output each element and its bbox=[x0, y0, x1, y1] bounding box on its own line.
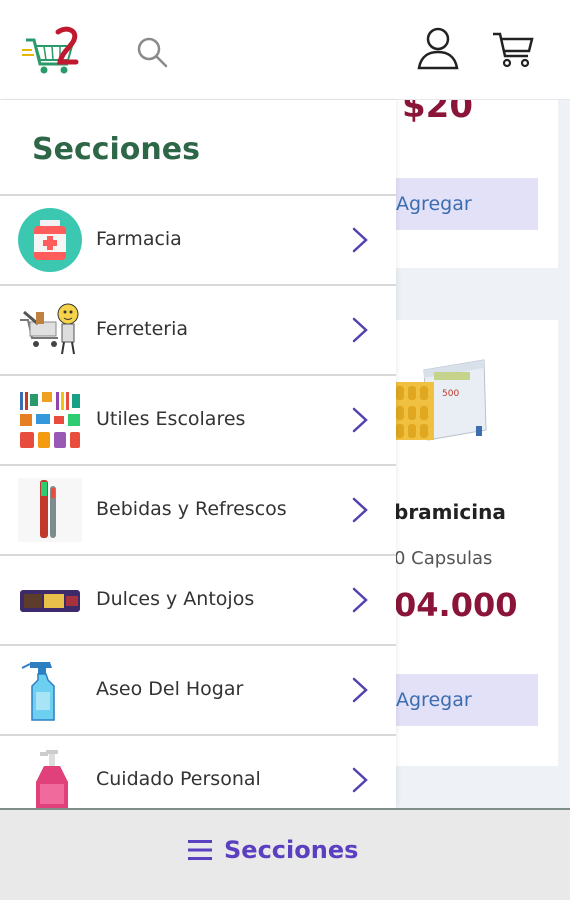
user-icon[interactable] bbox=[416, 26, 460, 70]
drawer-title: Secciones bbox=[32, 132, 200, 167]
section-item-dulces-antojos[interactable]: Dulces y Antojos bbox=[0, 556, 396, 646]
pharmacy-icon bbox=[18, 208, 82, 272]
section-label: Bebidas y Refrescos bbox=[96, 498, 287, 520]
chevron-right-icon bbox=[352, 407, 368, 433]
section-item-utiles-escolares[interactable]: Utiles Escolares bbox=[0, 376, 396, 466]
section-label: Utiles Escolares bbox=[96, 408, 246, 430]
section-label: Aseo Del Hogar bbox=[96, 678, 244, 700]
section-item-farmacia[interactable]: Farmacia bbox=[0, 196, 396, 286]
sections-button[interactable]: Secciones bbox=[188, 836, 358, 864]
chevron-right-icon bbox=[352, 227, 368, 253]
top-bar bbox=[0, 0, 570, 100]
chevron-right-icon bbox=[352, 317, 368, 343]
section-label: Dulces y Antojos bbox=[96, 588, 255, 610]
product-description: 0 Capsulas bbox=[394, 548, 493, 569]
search-icon[interactable] bbox=[136, 36, 168, 68]
logo-icon[interactable] bbox=[22, 26, 84, 80]
menu-icon bbox=[188, 840, 212, 860]
chevron-right-icon bbox=[352, 587, 368, 613]
product-image[interactable]: 500 bbox=[394, 356, 490, 446]
chevron-right-icon bbox=[352, 767, 368, 793]
section-item-cuidado-personal[interactable]: Cuidado Personal bbox=[0, 736, 396, 808]
chevron-right-icon bbox=[352, 497, 368, 523]
school-supplies-icon bbox=[20, 392, 80, 448]
sections-list: Farmacia Ferreteria Utiles Escolares Beb… bbox=[0, 194, 396, 808]
bottom-bar: Secciones bbox=[0, 808, 570, 900]
sections-drawer: Secciones Farmacia Ferreteria Utiles Esc… bbox=[0, 100, 396, 808]
product-name: bramicina bbox=[394, 500, 506, 524]
section-item-aseo-hogar[interactable]: Aseo Del Hogar bbox=[0, 646, 396, 736]
section-label: Cuidado Personal bbox=[96, 768, 261, 790]
chevron-right-icon bbox=[352, 677, 368, 703]
hardware-icon bbox=[20, 303, 79, 355]
cleaning-icon bbox=[21, 662, 55, 721]
section-item-ferreteria[interactable]: Ferreteria bbox=[0, 286, 396, 376]
section-label: Ferreteria bbox=[96, 318, 189, 340]
sections-button-label: Secciones bbox=[224, 836, 359, 864]
beverages-icon bbox=[18, 478, 82, 542]
product-price: 04.000 bbox=[394, 586, 518, 624]
section-item-bebidas-refrescos[interactable]: Bebidas y Refrescos bbox=[0, 466, 396, 556]
add-to-cart-button[interactable]: Agregar bbox=[392, 178, 538, 230]
section-label: Farmacia bbox=[96, 228, 182, 250]
personal-care-icon bbox=[36, 750, 68, 808]
cart-icon[interactable] bbox=[492, 30, 534, 68]
svg-text:500: 500 bbox=[442, 389, 459, 399]
sweets-icon bbox=[20, 590, 80, 612]
add-to-cart-button[interactable]: Agregar bbox=[392, 674, 538, 726]
